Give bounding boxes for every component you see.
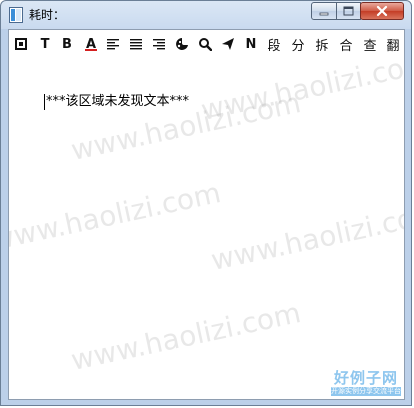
app-icon <box>9 7 23 23</box>
text-caret <box>44 94 45 110</box>
watermark-logo-subtitle: 开源实例分享交流平台 <box>331 387 401 396</box>
maximize-icon <box>343 6 354 16</box>
close-icon <box>376 5 388 17</box>
toolbar: T B A N 段 分 拆 合 查 翻 <box>9 30 404 58</box>
search-icon <box>199 38 212 51</box>
bold-button[interactable]: B <box>57 34 77 54</box>
segment-button[interactable]: 段 <box>264 34 284 54</box>
send-icon <box>222 38 234 50</box>
align-left-icon <box>107 39 119 50</box>
disassemble-button-label: 拆 <box>315 38 329 54</box>
bold-button-label: B <box>62 36 72 52</box>
n-button[interactable]: N <box>241 34 261 54</box>
frame-button[interactable] <box>11 34 31 54</box>
n-button-label: N <box>245 36 257 52</box>
align-left-button[interactable] <box>103 34 123 54</box>
window-title: 耗时： <box>29 8 66 22</box>
title-bar[interactable]: 耗时： <box>1 1 411 29</box>
font-color-icon: A <box>85 37 97 52</box>
text-editor[interactable]: ***该区域未发现文本*** <box>9 58 404 399</box>
check-button-label: 查 <box>363 38 377 54</box>
client-area: T B A N 段 分 拆 合 查 翻 www.haolizi.com www.… <box>8 29 405 400</box>
split-button-label: 分 <box>291 38 305 54</box>
editor-content: ***该区域未发现文本*** <box>46 94 190 109</box>
close-button[interactable] <box>360 2 404 20</box>
align-right-button[interactable] <box>149 34 169 54</box>
palette-icon <box>176 38 188 50</box>
text-button-label: T <box>40 36 50 52</box>
watermark-logo: 好例子网 开源实例分享交流平台 <box>327 369 404 398</box>
maximize-button[interactable] <box>336 2 361 20</box>
disassemble-button[interactable]: 拆 <box>312 34 332 54</box>
minimize-button[interactable] <box>311 2 337 20</box>
text-button[interactable]: T <box>35 34 55 54</box>
minimize-icon <box>319 12 329 16</box>
align-right-icon <box>153 39 165 50</box>
align-justify-button[interactable] <box>126 34 146 54</box>
merge-button[interactable]: 合 <box>336 34 356 54</box>
split-button[interactable]: 分 <box>288 34 308 54</box>
watermark-logo-title: 好例子网 <box>333 369 398 387</box>
font-color-button[interactable]: A <box>81 34 101 54</box>
palette-button[interactable] <box>172 34 192 54</box>
app-window: 耗时： T B A N 段 分 拆 合 查 翻 www.haolizi.com … <box>0 0 412 406</box>
check-button[interactable]: 查 <box>360 34 380 54</box>
align-justify-icon <box>130 39 142 50</box>
translate-button[interactable]: 翻 <box>383 34 403 54</box>
translate-button-label: 翻 <box>386 38 400 54</box>
search-button[interactable] <box>195 34 215 54</box>
segment-button-label: 段 <box>267 38 281 54</box>
merge-button-label: 合 <box>339 38 353 54</box>
frame-square-icon <box>15 38 27 50</box>
send-button[interactable] <box>218 34 238 54</box>
